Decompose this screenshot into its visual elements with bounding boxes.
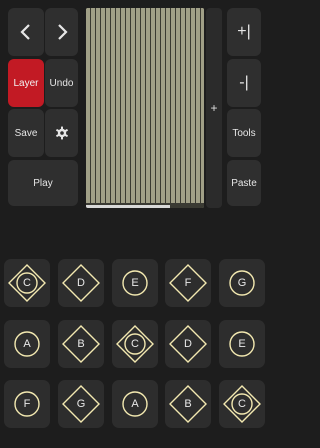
note-pad[interactable]: B <box>58 320 104 368</box>
note-label: C <box>131 338 139 350</box>
settings-button[interactable] <box>45 109 78 157</box>
note-label: A <box>131 398 139 410</box>
note-label: F <box>23 398 31 410</box>
note-label: D <box>77 277 85 289</box>
note-label: G <box>76 398 86 410</box>
note-pad[interactable]: G <box>219 259 265 307</box>
chevron-left-icon <box>20 24 30 40</box>
add-column-button[interactable]: +| <box>227 8 261 56</box>
tools-button[interactable]: Tools <box>227 109 261 157</box>
note-pad[interactable]: D <box>165 320 211 368</box>
paste-button[interactable]: Paste <box>227 160 261 206</box>
save-button[interactable]: Save <box>8 109 44 157</box>
note-pad[interactable]: C <box>112 320 158 368</box>
remove-column-button[interactable]: -| <box>227 59 261 107</box>
note-pad[interactable]: C <box>219 380 265 428</box>
note-pad[interactable]: E <box>219 320 265 368</box>
note-pad[interactable]: A <box>112 380 158 428</box>
play-button[interactable]: Play <box>8 160 78 206</box>
note-pad[interactable]: B <box>165 380 211 428</box>
scrollbar-thumb[interactable] <box>86 205 170 208</box>
pattern-grid[interactable] <box>86 8 204 208</box>
note-pad[interactable]: F <box>4 380 50 428</box>
note-label: A <box>23 338 31 350</box>
expand-handle[interactable]: + <box>206 8 222 208</box>
note-pad[interactable]: C <box>4 259 50 307</box>
note-pad[interactable]: A <box>4 320 50 368</box>
note-label: C <box>23 277 31 289</box>
next-button[interactable] <box>45 8 78 56</box>
layer-button[interactable]: Layer <box>8 59 44 107</box>
note-label: E <box>238 338 246 350</box>
undo-button[interactable]: Undo <box>45 59 78 107</box>
note-label: E <box>131 277 139 289</box>
note-label: B <box>77 338 85 350</box>
chevron-right-icon <box>57 24 68 40</box>
grid-columns <box>86 8 204 203</box>
note-pad[interactable]: E <box>112 259 158 307</box>
note-pad[interactable]: F <box>165 259 211 307</box>
gear-icon <box>55 126 68 140</box>
note-label: B <box>184 398 192 410</box>
note-label: C <box>238 398 246 410</box>
previous-button[interactable] <box>8 8 44 56</box>
note-label: F <box>184 277 192 289</box>
note-pad[interactable]: G <box>58 380 104 428</box>
note-pad[interactable]: D <box>58 259 104 307</box>
note-label: G <box>237 277 247 289</box>
note-label: D <box>184 338 192 350</box>
